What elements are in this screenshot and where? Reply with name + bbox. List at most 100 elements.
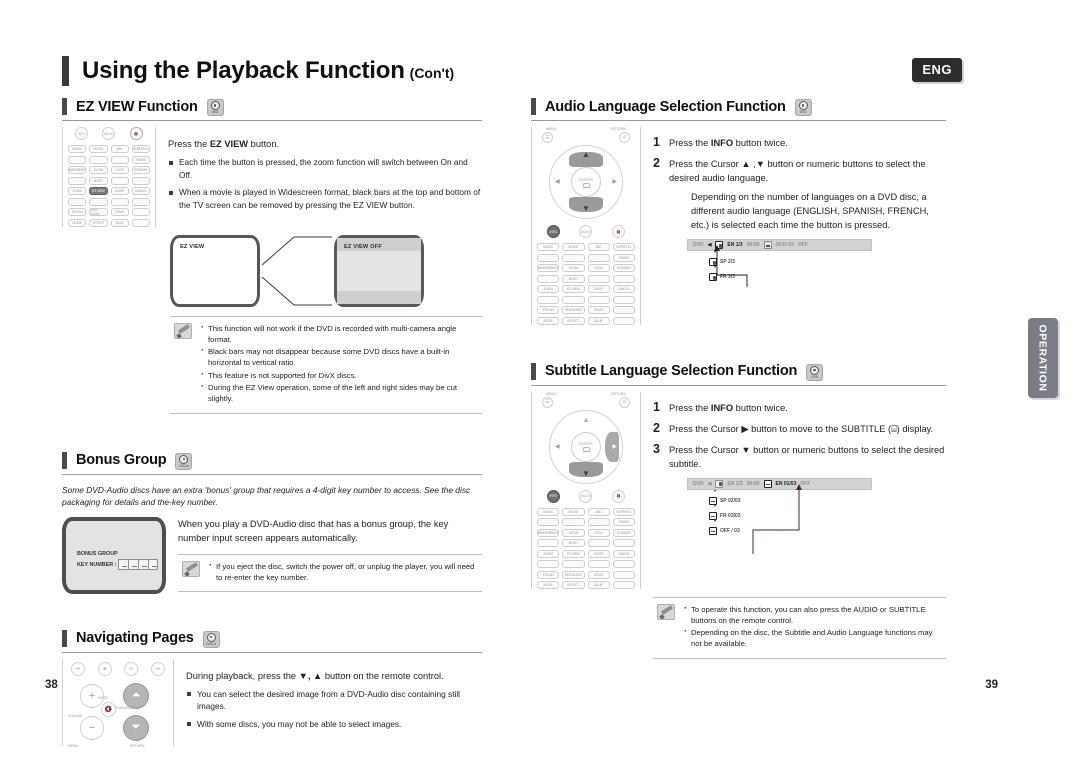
subtitle-language-note: To operate this function, you can also p… <box>653 596 946 659</box>
subtitle-icon <box>709 526 717 535</box>
letterbox-bar-bottom <box>337 290 421 304</box>
osd-chain-label: SP 02/03 <box>720 497 741 504</box>
osd-chain-item: FR 03/03 <box>709 511 946 520</box>
remote-key: SLOW <box>89 166 108 174</box>
step-pre: Press the <box>669 402 711 413</box>
section-audio-language: Audio Language Selection Function DVD ME… <box>531 98 946 325</box>
osd-chain-item: OFF / 03 <box>709 526 946 535</box>
remote-key: CANCEL <box>131 187 150 195</box>
step-pre: Press the <box>669 138 711 148</box>
right-column: Audio Language Selection Function DVD ME… <box>531 98 946 663</box>
lead-bold: EZ VIEW <box>209 139 249 149</box>
note-item: To operate this function, you can also p… <box>684 603 942 627</box>
remote-key <box>110 176 129 185</box>
osd-time: 00:00 <box>746 242 760 248</box>
osd-chain-label: FR 03/03 <box>720 512 741 519</box>
remote-key <box>587 253 610 262</box>
remote-key <box>537 560 560 568</box>
ez-view-tv-illustration: EZ VIEW EZ VIEW OFF <box>170 234 482 307</box>
step-text: Press the Cursor ▲ ,▼ button or numeric … <box>669 159 926 183</box>
navigating-pages-bullets: You can select the desired image from a … <box>186 688 482 731</box>
remote-key: ZOOM <box>537 285 560 293</box>
enter-label: ENTER <box>579 441 593 446</box>
header-accent-bar <box>62 56 69 86</box>
menu-button-icon: ☰ <box>542 396 553 408</box>
mute-button-icon: 🔇 <box>612 225 626 238</box>
osd-current-subtitle: EN 01/03 <box>775 480 797 487</box>
audio-icon <box>709 258 717 266</box>
chain-plus: • <box>714 265 717 271</box>
remote-key: STANDBY <box>131 166 150 174</box>
disc-ring <box>179 454 189 464</box>
remote-key <box>131 208 150 216</box>
return-label: RETURN <box>130 743 145 748</box>
enter-glyph <box>582 447 590 452</box>
ez-view-lead: Press the EZ VIEW button. <box>168 137 482 151</box>
osd-angle-state: OFF <box>797 242 808 248</box>
info-button-icon: INFO <box>546 489 560 503</box>
note-list: To operate this function, you can also p… <box>684 603 942 651</box>
remote-key: SUPER 5.1 <box>612 243 635 251</box>
remote-key: MUSIC <box>537 243 560 251</box>
remote-key: ZOOM <box>68 187 87 195</box>
lead-keys: ▼, ▲ <box>298 670 323 681</box>
pencil-icon <box>174 322 192 339</box>
mute-button-icon: 🔇 <box>612 489 626 503</box>
tuning-label: TUNING/CH <box>115 705 135 710</box>
enter-button: ENTER <box>571 431 601 462</box>
navigating-pages-body: ⏮ ■ ⏯ ⏭ + − 🔇 ⏶ ⏷ VOLUME MUTE TUNING/CH … <box>62 658 482 748</box>
remote-key: MOVIE <box>562 243 585 251</box>
section-accent-bar <box>62 98 67 115</box>
manual-page: Using the Playback Function (Con't) ENG … <box>0 0 1080 763</box>
return-label: RETURN <box>611 127 626 131</box>
disc-cap: DVD <box>211 110 219 114</box>
remote-key <box>612 570 635 579</box>
remote-key <box>612 295 635 304</box>
remote-key: STANDBY <box>612 528 635 537</box>
section-title: Audio Language Selection Function <box>545 98 786 115</box>
remote-key: STANDBY <box>612 264 635 272</box>
chain-plus: • <box>714 518 717 525</box>
remote-key <box>612 316 635 325</box>
remote-key <box>612 306 635 314</box>
subtitle-icon <box>709 496 717 505</box>
mute-button-icon: 🔇 <box>129 127 143 140</box>
remote-key: SUPER 5.1 <box>131 145 150 153</box>
disc-ring <box>206 632 216 642</box>
remote-key <box>562 253 585 262</box>
remote-key: ABC <box>587 507 610 516</box>
remote-key <box>562 560 585 568</box>
lead-pre: Press the <box>168 139 210 149</box>
return-label: RETURN <box>611 391 626 396</box>
remote-key: LOGO <box>110 166 129 174</box>
section-header: EZ VIEW Function DVD <box>62 98 482 121</box>
navigating-pages-lead: During playback, press the ▼, ▲ button o… <box>186 669 482 683</box>
remote-key: LOGO <box>587 264 610 272</box>
lead-post: button. <box>248 139 280 149</box>
directional-pad: ▲ ▼ ◀ ▶ ENTER <box>549 145 623 219</box>
dvd-audio-disc-icon: DVD-A <box>175 452 193 470</box>
audio-icon <box>709 273 717 281</box>
remote-key: DEMO <box>587 570 610 579</box>
section-accent-bar <box>62 629 67 647</box>
note-list: If you eject the disc, switch the power … <box>209 560 478 585</box>
remote-key: MODE <box>537 316 560 325</box>
note-item: If you eject the disc, switch the power … <box>209 560 478 584</box>
remote-key: EZ VIEW <box>562 285 585 293</box>
bonus-screen-title: BONUS GROUP <box>77 550 118 557</box>
language-badge: ENG <box>912 58 962 82</box>
remote-key: MUSIC <box>537 507 560 516</box>
dpad-remote: MENU RETURN ☰ ↺ ▲ ▼ ◀ ▶ ENTER INFO AUDIO… <box>537 127 635 325</box>
bonus-screen-key-label: KEY NUMBER : <box>77 561 117 568</box>
page-header: Using the Playback Function (Con't) ENG <box>62 52 962 90</box>
remote-key: BLUE <box>587 316 610 325</box>
audio-language-subnote: Depending on the number of languages on … <box>691 192 929 230</box>
remote-key <box>562 295 585 304</box>
remote-key: ABC <box>110 145 129 153</box>
step-text: Press the INFO button twice. <box>669 401 788 415</box>
return-button-icon: ↺ <box>619 396 630 408</box>
info-button-icon: INFO <box>546 225 560 238</box>
enter-label: ENTER <box>579 176 593 182</box>
osd-cursor-arrow: ◀ <box>707 480 712 487</box>
audio-osd-illustration: DVD ◀ EN 1/3 00:00 OFF/ 03 OFF • SP 2/3 … <box>687 239 946 287</box>
